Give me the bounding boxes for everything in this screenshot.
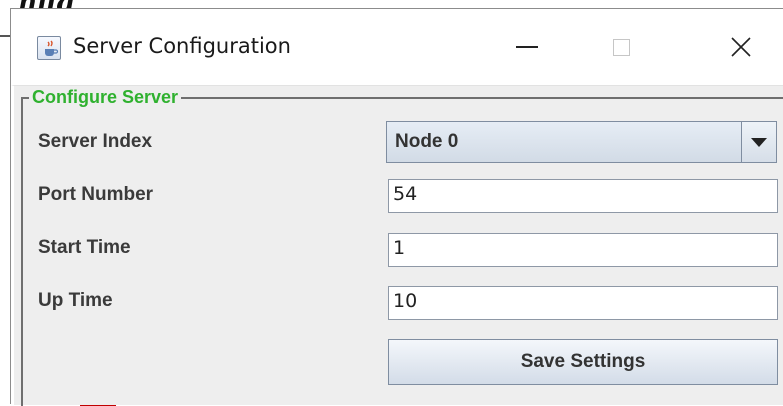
close-button[interactable]: [701, 19, 781, 75]
start-time-label: Start Time: [38, 237, 131, 258]
save-settings-button[interactable]: Save Settings: [388, 339, 778, 385]
group-title: Configure Server: [29, 88, 182, 106]
save-settings-label: Save Settings: [520, 351, 646, 372]
up-time-label: Up Time: [38, 290, 113, 311]
server-configuration-window: Server Configuration Configure Server Se…: [10, 8, 783, 406]
java-cup-icon: [37, 36, 61, 60]
minimize-icon: [516, 46, 538, 48]
maximize-button[interactable]: [581, 19, 661, 75]
window-title: Server Configuration: [73, 34, 291, 58]
server-index-label: Server Index: [38, 131, 153, 152]
close-icon: [731, 37, 751, 57]
maximize-icon: [612, 38, 630, 56]
start-time-input[interactable]: 1: [388, 233, 778, 267]
server-index-value: Node 0: [395, 131, 459, 152]
client-area: Configure Server Server Index Node 0 Por…: [11, 85, 783, 406]
chevron-down-icon: [751, 137, 767, 147]
minimize-button[interactable]: [487, 19, 567, 75]
port-number-label: Port Number: [38, 184, 154, 205]
up-time-input[interactable]: 10: [388, 286, 778, 320]
dropdown-arrow-button[interactable]: [741, 122, 776, 162]
server-index-dropdown[interactable]: Node 0: [386, 121, 777, 163]
title-bar[interactable]: Server Configuration: [11, 9, 783, 85]
port-number-input[interactable]: 54: [388, 179, 778, 213]
